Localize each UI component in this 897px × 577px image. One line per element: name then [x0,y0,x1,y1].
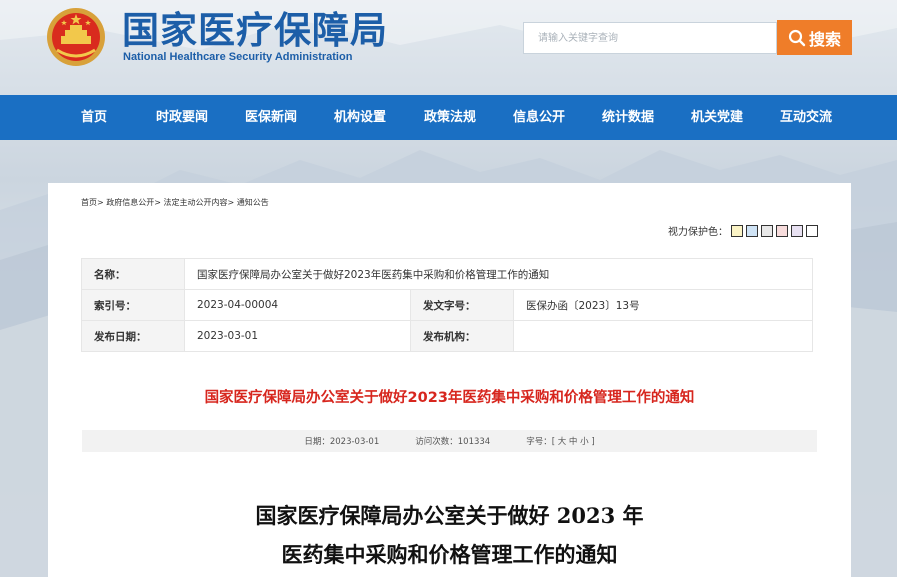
name-label: 名称： [81,258,185,290]
article-info-bar: 日期：2023-03-01 访问次数：101334 字号：[ 大 中 小 ] [82,430,817,452]
search-button[interactable]: 搜索 [777,20,852,55]
publish-date-label: 发布日期： [81,320,185,352]
table-row: 名称： 国家医疗保障局办公室关于做好2023年医药集中采购和价格管理工作的通知 [81,258,813,290]
search-icon [788,29,806,46]
doc-number-value: 医保办函〔2023〕13号 [513,289,813,321]
doc-number-label: 发文字号： [410,289,514,321]
document-metadata-table: 名称： 国家医疗保障局办公室关于做好2023年医药集中采购和价格管理工作的通知 … [81,258,813,352]
publisher-value [513,320,813,352]
table-row: 发布日期： 2023-03-01 发布机构： [81,320,813,352]
search-input[interactable] [523,22,777,54]
nav-item-home[interactable]: 首页 [81,95,107,140]
article-title: 国家医疗保障局办公室关于做好2023年医药集中采购和价格管理工作的通知 [204,390,695,406]
document-heading-line-1: 国家医疗保障局办公室关于做好 2023 年 [255,503,644,528]
national-emblem-icon [47,8,105,66]
publisher-label: 发布机构： [410,320,514,352]
eye-care-label: 视力保护色： [668,227,728,238]
eye-care-swatch-pink[interactable] [776,224,788,237]
content-card: 首页> 政府信息公开> 法定主动公开内容> 通知公告 视力保护色： 名称： 国家… [48,183,851,577]
eye-care-swatch-white[interactable] [806,224,818,237]
nav-item-current-affairs[interactable]: 时政要闻 [156,95,208,140]
document-heading-line-2: 医药集中采购和价格管理工作的通知 [281,542,618,567]
nav-item-party-building[interactable]: 机关党建 [691,95,743,140]
nav-item-organization[interactable]: 机构设置 [334,95,386,140]
site-title-english: National Healthcare Security Administrat… [123,51,353,63]
main-nav: 首页 时政要闻 医保新闻 机构设置 政策法规 信息公开 统计数据 机关党建 互动… [0,95,897,140]
nav-item-healthcare-news[interactable]: 医保新闻 [245,95,297,140]
index-value: 2023-04-00004 [184,289,411,321]
table-row: 索引号： 2023-04-00004 发文字号： 医保办函〔2023〕13号 [81,289,813,321]
breadcrumb[interactable]: 首页> 政府信息公开> 法定主动公开内容> 通知公告 [81,197,269,208]
site-title: 国家医疗保障局 [122,8,388,52]
font-size-selector[interactable]: 字号：[ 大 中 小 ] [526,435,594,447]
eye-care-swatch-gray[interactable] [761,224,773,237]
site-header: 国家医疗保障局 National Healthcare Security Adm… [0,0,897,95]
nav-item-interaction[interactable]: 互动交流 [780,95,832,140]
nav-item-statistics[interactable]: 统计数据 [602,95,654,140]
publish-date-value: 2023-03-01 [184,320,411,352]
article-date: 日期：2023-03-01 [304,437,380,447]
nav-item-disclosure[interactable]: 信息公开 [513,95,565,140]
search-button-label: 搜索 [808,29,841,49]
eye-care-swatch-blue[interactable] [746,224,758,237]
eye-care-swatch-yellow[interactable] [731,224,743,237]
eye-care-color-selector: 视力保护色： [668,223,818,238]
name-value: 国家医疗保障局办公室关于做好2023年医药集中采购和价格管理工作的通知 [184,258,813,290]
index-label: 索引号： [81,289,185,321]
nav-item-policies[interactable]: 政策法规 [424,95,476,140]
article-view-count: 访问次数：101334 [415,437,491,447]
eye-care-swatch-purple[interactable] [791,224,803,237]
